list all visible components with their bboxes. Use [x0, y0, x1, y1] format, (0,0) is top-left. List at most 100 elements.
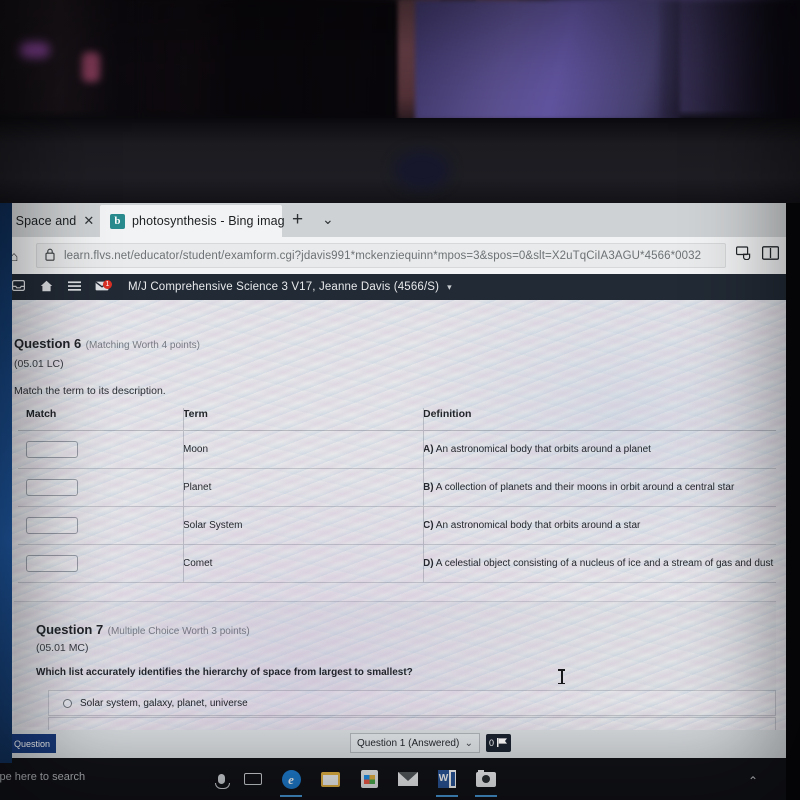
search-input[interactable]: ype here to search — [0, 771, 85, 783]
exam-toolbar: vious Question Question 1 (Answered) ⌄ 0 — [0, 730, 800, 758]
question7-meta: (Multiple Choice Worth 3 points) — [107, 626, 250, 637]
option-label: Solar system, galaxy, planet, universe — [80, 697, 248, 709]
reading-view-icon[interactable] — [736, 246, 752, 264]
photo-right-shadow — [660, 0, 800, 120]
definition-body: An astronomical body that orbits around … — [435, 520, 641, 531]
definition-body: A collection of planets and their moons … — [435, 482, 735, 493]
table-row: Solar System C) An astronomical body tha… — [18, 507, 776, 545]
mail-icon[interactable] — [394, 765, 422, 793]
question-select-value: Question 1 (Answered) — [357, 737, 460, 749]
definition-text: B) A collection of planets and their moo… — [423, 482, 776, 493]
edge-browser-icon[interactable]: e — [277, 765, 305, 797]
desktop-left-strip — [0, 203, 12, 763]
mail-icon[interactable]: 1 — [88, 280, 116, 294]
tab-title: photosynthesis - Bing imag — [132, 214, 285, 228]
mail-badge: 1 — [103, 280, 112, 289]
question6-code: (05.01 LC) — [14, 358, 64, 370]
question6-title: Question 6 — [14, 336, 82, 351]
exam-page: Question 6 (Matching Worth 4 points) (05… — [0, 300, 800, 743]
definition-text: C) An astronomical body that orbits arou… — [423, 520, 776, 531]
table-row: Comet D) A celestial object consisting o… — [18, 545, 776, 583]
question7-heading: Question 7 (Multiple Choice Worth 3 poin… — [36, 621, 250, 639]
flag-count: 0 — [489, 738, 495, 748]
question7-option[interactable]: Solar system, galaxy, planet, universe — [48, 690, 776, 716]
photo-violet-light — [20, 42, 50, 58]
table-divider — [423, 408, 424, 583]
lock-icon — [45, 248, 55, 264]
word-letter: W — [438, 770, 449, 788]
table-row: Moon A) An astronomical body that orbits… — [18, 431, 776, 469]
definition-text: D) A celestial object consisting of a nu… — [423, 558, 776, 569]
question7-code: (05.01 MC) — [36, 642, 89, 654]
definition-body: An astronomical body that orbits around … — [435, 444, 651, 455]
chevron-down-icon[interactable]: ⌄ — [322, 211, 334, 228]
definition-text: A) An astronomical body that orbits arou… — [423, 444, 776, 455]
flag-icon — [497, 737, 508, 749]
term-label: Moon — [183, 444, 209, 455]
term-label: Solar System — [183, 520, 243, 531]
photo-dark-area — [140, 0, 400, 120]
table-header-row: Match Term Definition — [18, 408, 776, 431]
show-hidden-icons-chevron-icon[interactable]: ⌃ — [748, 774, 758, 788]
browser-tab-inactive[interactable]: 01 Space and ✕ — [0, 205, 98, 237]
question7-prompt: Which list accurately identifies the hie… — [36, 667, 413, 678]
photo-blue-fabric — [415, 0, 680, 120]
camera-icon[interactable] — [472, 765, 500, 797]
menu-icon[interactable] — [60, 280, 88, 294]
column-header-match: Match — [26, 408, 57, 420]
question7-panel: Question 7 (Multiple Choice Worth 3 poin… — [14, 601, 776, 743]
close-icon[interactable]: ✕ — [83, 213, 94, 229]
term-label: Planet — [183, 482, 212, 493]
edge-letter: e — [281, 769, 301, 789]
course-nav-bar: 1 M/J Comprehensive Science 3 V17, Jeann… — [0, 274, 800, 300]
matching-table: Match Term Definition Moon A) An astrono… — [18, 408, 776, 583]
course-title: M/J Comprehensive Science 3 V17, Jeanne … — [128, 281, 440, 293]
cortana-mic-icon[interactable] — [207, 765, 235, 793]
background-photo-region — [0, 0, 800, 204]
chevron-down-icon: ⌄ — [464, 737, 473, 749]
task-view-icon[interactable] — [239, 765, 267, 793]
windows-taskbar: ype here to search e W ⌃ — [0, 758, 800, 800]
bezel-reflection — [394, 150, 450, 190]
word-icon[interactable]: W — [433, 765, 461, 797]
match-input[interactable] — [26, 479, 78, 496]
definition-body: A celestial object consisting of a nucle… — [435, 558, 774, 569]
term-label: Comet — [183, 558, 213, 569]
photo-of-laptop-screen: 01 Space and ✕ b photosynthesis - Bing i… — [0, 0, 800, 800]
definition-letter: C) — [423, 520, 434, 531]
home-icon[interactable] — [32, 280, 60, 295]
question-select-dropdown[interactable]: Question 1 (Answered) ⌄ — [350, 733, 480, 753]
definition-letter: A) — [423, 444, 434, 455]
column-header-term: Term — [183, 408, 208, 420]
photo-pink-highlight — [82, 52, 100, 82]
column-header-definition: Definition — [423, 408, 472, 420]
url-input[interactable]: learn.flvs.net/educator/student/examform… — [36, 243, 726, 268]
browser-tab-active[interactable]: b photosynthesis - Bing imag — [100, 205, 285, 237]
question6-heading: Question 6 (Matching Worth 4 points) — [14, 335, 200, 353]
table-divider — [183, 408, 184, 583]
question7-title: Question 7 — [36, 622, 104, 637]
definition-letter: D) — [423, 558, 434, 569]
match-input[interactable] — [26, 555, 78, 572]
laptop-screen: 01 Space and ✕ b photosynthesis - Bing i… — [0, 203, 800, 800]
url-text: learn.flvs.net/educator/student/examform… — [64, 249, 702, 262]
definition-letter: B) — [423, 482, 434, 493]
question6-prompt: Match the term to its description. — [14, 385, 166, 397]
lock-glyph — [45, 248, 55, 261]
chevron-down-icon[interactable]: ▾ — [447, 282, 452, 293]
table-row: Planet B) A collection of planets and th… — [18, 469, 776, 507]
match-input[interactable] — [26, 441, 78, 458]
text-cursor — [558, 669, 565, 684]
question6-meta: (Matching Worth 4 points) — [85, 340, 200, 351]
browser-tab-strip: 01 Space and ✕ b photosynthesis - Bing i… — [0, 203, 800, 237]
bing-icon: b — [110, 213, 125, 229]
address-bar: ⌂ learn.flvs.net/educator/student/examfo… — [0, 237, 800, 274]
microsoft-store-icon[interactable] — [355, 765, 383, 793]
new-tab-button[interactable]: + — [292, 209, 303, 231]
radio-button[interactable] — [63, 698, 72, 708]
photo-right-edge — [786, 203, 800, 800]
match-input[interactable] — [26, 517, 78, 534]
book-library-icon[interactable] — [761, 246, 780, 264]
flag-button[interactable]: 0 — [486, 734, 512, 752]
file-explorer-icon[interactable] — [316, 765, 344, 793]
